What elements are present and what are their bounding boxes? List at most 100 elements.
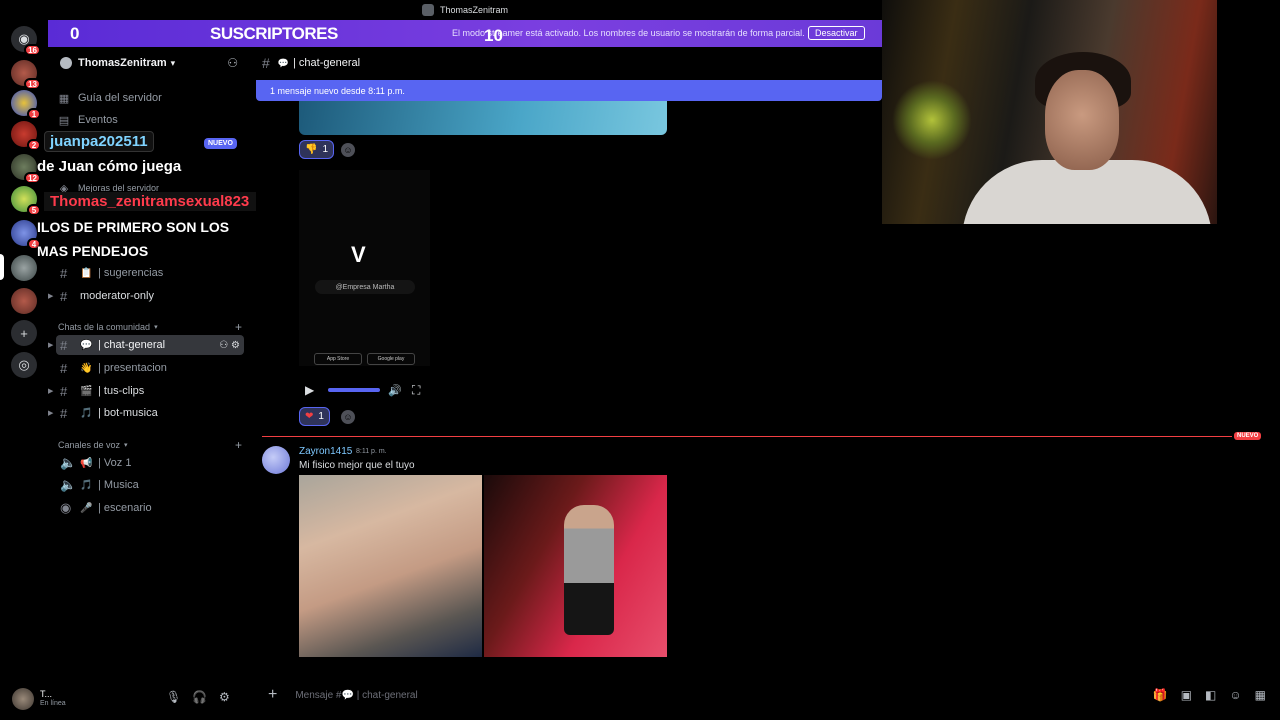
hash-icon: # xyxy=(60,383,68,399)
reaction-count: 1 xyxy=(318,411,324,422)
window-title-bar: ThomasZenitram xyxy=(48,0,882,20)
category-label: Chats de la comunidad xyxy=(58,322,151,332)
add-reaction-icon[interactable]: ☺ xyxy=(341,143,355,157)
channel-emoji: 👋 xyxy=(80,362,93,374)
attach-icon[interactable]: + xyxy=(268,686,277,704)
new-badge: NUEVO xyxy=(204,138,237,149)
server-icon[interactable]: 4 xyxy=(11,220,41,250)
server-icon[interactable]: 2 xyxy=(11,121,41,151)
channel-emoji: 🎵 xyxy=(80,479,93,491)
channel-emoji: 🎵 xyxy=(80,407,93,419)
background-lights xyxy=(892,80,972,160)
subscriber-goal-bar: El modo streamer está activado. Los nomb… xyxy=(48,20,882,47)
calendar-icon: ▤ xyxy=(58,114,70,127)
channel-moderator-only[interactable]: ▶ # moderator-only xyxy=(48,286,244,306)
add-channel-icon[interactable]: + xyxy=(235,438,242,452)
category-voice-channels[interactable]: Canales de voz ▾ + xyxy=(58,438,242,452)
window-title: ThomasZenitram xyxy=(439,5,509,15)
stage-icon: ◉ xyxy=(60,500,72,515)
invite-icon[interactable]: ⚇ xyxy=(227,56,238,70)
channel-label: | sugerencias xyxy=(98,267,164,279)
channel-bot-musica[interactable]: ▶ # 🎵 | bot-musica xyxy=(48,403,244,423)
unread-badge: 16 xyxy=(24,44,41,56)
new-messages-bar[interactable]: 1 mensaje nuevo desde 8:11 p.m. xyxy=(256,80,882,101)
server-icon[interactable] xyxy=(11,288,37,314)
stream-chat-username: Thomas_zenitramsexual823 xyxy=(44,192,256,211)
apps-icon[interactable]: ▦ xyxy=(1255,688,1266,702)
message-author[interactable]: Zayron1415 xyxy=(299,446,352,457)
message-timestamp: 8:11 p. m. xyxy=(356,448,387,455)
server-icon[interactable]: 13 xyxy=(11,60,41,90)
channel-title: | chat-general xyxy=(293,57,361,69)
category-community-chats[interactable]: Chats de la comunidad ▾ + xyxy=(58,320,242,334)
chat-bubble-icon: 💬 xyxy=(277,57,290,68)
unread-badge: 5 xyxy=(27,204,41,216)
caret-right-icon: ▶ xyxy=(48,342,54,349)
video-controls: ▶ 🔊 ⛶ xyxy=(299,380,430,400)
channel-emoji: 📋 xyxy=(80,267,93,279)
channel-presentacion[interactable]: # 👋 | presentacion xyxy=(56,358,244,378)
disable-streamer-mode-button[interactable]: Desactivar xyxy=(808,26,865,40)
server-icon-active[interactable] xyxy=(11,255,37,281)
server-header[interactable]: ThomasZenitram ▾ ⚇ xyxy=(48,48,250,78)
channel-settings-icon[interactable]: ⚇ ⚙ xyxy=(219,340,240,351)
avatar[interactable] xyxy=(12,688,34,710)
gear-icon[interactable]: ⚙ xyxy=(219,690,230,704)
message-input[interactable]: Mensaje #💬 | chat-general xyxy=(295,690,417,701)
avatar[interactable] xyxy=(262,446,290,474)
channel-sugerencias[interactable]: # 📋 | sugerencias xyxy=(56,263,244,283)
gif-icon[interactable]: ▣ xyxy=(1181,688,1192,702)
fullscreen-icon[interactable]: ⛶ xyxy=(412,383,420,398)
add-server-icon[interactable]: + xyxy=(11,320,37,346)
nav-events[interactable]: ▤ Eventos xyxy=(58,110,118,130)
add-channel-icon[interactable]: + xyxy=(235,320,242,334)
stream-chat-message: de Juan cómo juega xyxy=(37,158,182,175)
active-server-indicator xyxy=(0,254,4,280)
caret-right-icon: ▶ xyxy=(48,410,54,417)
channel-emoji: 💬 xyxy=(80,339,93,351)
message-image[interactable] xyxy=(299,101,667,135)
subscriber-label: SUSCRIPTORES xyxy=(210,24,338,43)
streamer-mode-notice: El modo streamer está activado. Los nomb… xyxy=(452,28,805,38)
volume-slider[interactable] xyxy=(328,388,381,392)
video-handle: @Empresa Martha xyxy=(315,280,415,294)
channel-chat-general[interactable]: ▶ # 💬 | chat-general ⚇ ⚙ xyxy=(48,335,244,355)
app-icon xyxy=(421,4,434,16)
server-icon[interactable]: 1 xyxy=(11,90,41,120)
voice-channel-musica[interactable]: 🔈 🎵 | Musica xyxy=(56,475,244,495)
unread-badge: 1 xyxy=(27,108,41,120)
volume-icon[interactable]: 🔊 xyxy=(388,384,402,397)
channel-emoji: 🎤 xyxy=(80,502,93,514)
channel-label: moderator-only xyxy=(80,290,154,302)
server-rail: ◉ 16 13 1 2 12 5 4 + ◎ xyxy=(0,0,48,720)
channel-label: | bot-musica xyxy=(98,407,158,419)
new-messages-divider xyxy=(262,436,1232,437)
play-icon[interactable]: ▶ xyxy=(305,383,314,397)
headphones-icon[interactable]: 🎧 xyxy=(192,690,207,704)
user-name: T... xyxy=(40,689,53,699)
discover-icon[interactable]: ◎ xyxy=(11,352,37,378)
sticker-icon[interactable]: ◧ xyxy=(1205,688,1216,702)
hash-icon: # xyxy=(262,55,270,71)
guide-icon: ▦ xyxy=(58,92,70,105)
emoji-icon[interactable]: ☺ xyxy=(1229,688,1241,702)
stage-channel-escenario[interactable]: ◉ 🎤 | escenario xyxy=(56,498,244,518)
server-icon[interactable]: 5 xyxy=(11,186,41,216)
gift-icon[interactable]: 🎁 xyxy=(1153,688,1168,702)
server-icon[interactable]: 12 xyxy=(11,154,41,184)
voice-channel-voz-1[interactable]: 🔈 📢 | Voz 1 xyxy=(56,453,244,473)
video-player[interactable]: V @Empresa Martha App Store Google play xyxy=(299,170,430,366)
add-reaction-icon[interactable]: ☺ xyxy=(341,410,355,424)
reaction-button[interactable]: ❤ 1 xyxy=(299,407,330,426)
reaction-button[interactable]: 👎 1 xyxy=(299,140,335,159)
message-text: Mi fisico mejor que el tuyo xyxy=(299,460,415,471)
direct-messages-button[interactable]: ◉ 16 xyxy=(11,26,41,56)
user-panel: T... En línea 🎙 🎧 ⚙ xyxy=(0,678,250,720)
nav-server-guide[interactable]: ▦ Guía del servidor xyxy=(58,88,162,108)
microphone-icon[interactable]: 🎙 xyxy=(166,690,181,704)
message-image[interactable] xyxy=(299,475,482,657)
channel-tus-clips[interactable]: ▶ # 🎬 | tus-clips xyxy=(48,381,244,401)
chevron-down-icon: ▾ xyxy=(154,324,158,331)
message-composer[interactable]: + Mensaje #💬 | chat-general 🎁 ▣ ◧ ☺ ▦ xyxy=(258,680,1280,710)
message-image[interactable] xyxy=(484,475,667,657)
